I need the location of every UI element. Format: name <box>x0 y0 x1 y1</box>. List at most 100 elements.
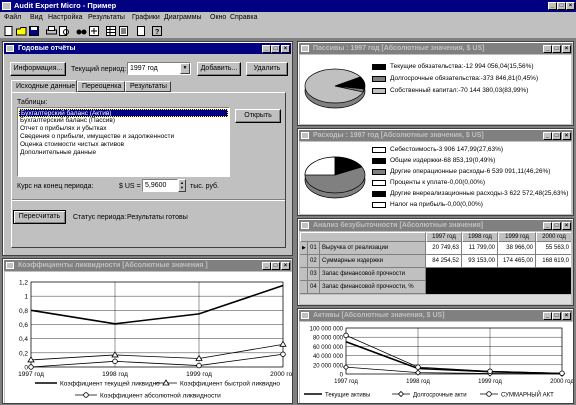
delete-button[interactable]: Удалить <box>246 62 288 76</box>
expenses-legend-item: Другие операционные расходы-6 539 091,11… <box>372 168 550 176</box>
grid-cell[interactable]: 11 799,00 <box>462 242 498 255</box>
row-indicator[interactable] <box>300 268 308 281</box>
menu-results[interactable]: Результаты <box>88 13 125 22</box>
tables-list-item[interactable]: Бухгалтерский баланс (Пассив) <box>20 117 115 125</box>
data-point <box>279 340 287 347</box>
menu-file[interactable]: Файл <box>4 13 21 22</box>
document-icon[interactable] <box>136 26 147 36</box>
grid-row-values-filled[interactable] <box>426 281 571 294</box>
expenses-minimize-button[interactable]: _ <box>543 132 552 140</box>
grid-row-name[interactable]: Запас финансовой прочности <box>320 268 426 281</box>
expenses-titlebar: Расходы : 1997 год [Абсолютные значения,… <box>299 130 572 141</box>
grid-row-values-filled[interactable] <box>426 268 571 281</box>
calc-icon[interactable] <box>89 26 100 36</box>
expenses-maximize-button[interactable]: □ <box>552 132 561 140</box>
open-button[interactable]: Открыть <box>235 109 281 123</box>
find-icon[interactable] <box>76 26 87 36</box>
liquidity-close-button[interactable]: × <box>281 262 290 270</box>
menu-view[interactable]: Вид <box>30 13 43 22</box>
reports-title: Годовые отчёты <box>18 45 76 52</box>
grid-cell[interactable]: 84 254,52 <box>426 255 462 268</box>
tables-list-item[interactable]: Отчет о прибылях и убытках <box>20 125 107 133</box>
y-tick-label: 60 000 000 <box>313 345 344 351</box>
menu-diagrams[interactable]: Диаграммы <box>164 13 202 22</box>
menu-settings[interactable]: Настройка <box>48 13 82 22</box>
expenses-legend-item: Другие внереализационные расходы-3 622 5… <box>372 190 568 198</box>
table-icon[interactable] <box>106 26 117 36</box>
rate-input[interactable]: 5,9600 <box>142 179 178 192</box>
breakeven-maximize-button[interactable]: □ <box>552 222 561 230</box>
passives-maximize-button[interactable]: □ <box>552 45 561 53</box>
tab-results[interactable]: Результаты <box>125 81 171 92</box>
preview-icon[interactable] <box>59 26 70 36</box>
new-file-icon[interactable] <box>4 26 14 36</box>
assets-close-button[interactable]: × <box>562 312 571 320</box>
liquidity-maximize-button[interactable]: □ <box>271 262 280 270</box>
legend-label: СУММАРНЫЙ АКТ <box>501 391 554 399</box>
y-tick-label: 0,8 <box>19 308 28 315</box>
assets-minimize-button[interactable]: _ <box>543 312 552 320</box>
tables-listbox[interactable]: Бухгалтерский баланс (Актив) Бухгалтерск… <box>17 107 230 177</box>
liquidity-titlebar: Коэффициенты ликвидности [Абсолютные зна… <box>4 260 291 271</box>
rate-spin-button[interactable]: ▲ ▼ <box>178 179 186 192</box>
expenses-close-button[interactable]: × <box>562 132 571 140</box>
tab-source-data[interactable]: Исходные данные <box>11 80 77 92</box>
period-select[interactable]: 1997 год ▼ <box>127 62 191 75</box>
grid-row-id: 02 <box>308 255 320 268</box>
grid-row-name[interactable]: Выручка от реализации <box>320 242 426 255</box>
menu-help[interactable]: Справка <box>230 13 257 22</box>
grid-row-name[interactable]: Суммарные издержки <box>320 255 426 268</box>
data-point <box>415 364 421 370</box>
print-icon[interactable] <box>46 26 57 36</box>
grid-cell[interactable]: 168 619,0 <box>536 255 571 268</box>
tab-panel: Таблицы: Бухгалтерский баланс (Актив) Бу… <box>11 92 286 248</box>
reports-maximize-button[interactable]: □ <box>271 45 280 53</box>
grid-row-name[interactable]: Запас финансовой прочности, % <box>320 281 426 294</box>
row-indicator[interactable] <box>300 255 308 268</box>
reports-close-button[interactable]: × <box>281 45 290 53</box>
save-icon[interactable] <box>29 26 39 36</box>
liquidity-minimize-button[interactable]: _ <box>262 262 271 270</box>
app-maximize-button[interactable]: □ <box>557 2 566 10</box>
x-tick-label: 1997 год <box>18 371 44 378</box>
expenses-chart-area: Себестоимость-3 906 147,99(27,63%) Общие… <box>300 142 571 214</box>
row-indicator[interactable]: ▶ <box>300 242 308 255</box>
breakeven-close-button[interactable]: × <box>562 222 571 230</box>
passives-close-button[interactable]: × <box>562 45 571 53</box>
menu-window[interactable]: Окно <box>210 13 226 22</box>
assets-maximize-button[interactable]: □ <box>552 312 561 320</box>
tables-list-item[interactable]: Оценка стоимости чистых активов <box>20 141 124 149</box>
row-indicator[interactable] <box>300 281 308 294</box>
passives-window: Пассивы : 1997 год [Абсолютные значения,… <box>297 41 574 126</box>
legend-swatch <box>372 180 386 186</box>
app-close-button[interactable]: × <box>566 2 575 10</box>
horizontal-scrollbar[interactable] <box>300 294 571 304</box>
reports-minimize-button[interactable]: _ <box>262 45 271 53</box>
info-button[interactable]: Информация... <box>10 62 66 76</box>
tab-revaluation[interactable]: Переоценка <box>77 81 125 92</box>
menu-charts[interactable]: Графики <box>132 13 160 22</box>
data-point <box>28 364 34 370</box>
help-icon[interactable]: ? <box>152 26 163 36</box>
x-tick-label: 2000 год <box>550 379 573 385</box>
legend-swatch <box>372 191 386 197</box>
breakeven-minimize-button[interactable]: _ <box>543 222 552 230</box>
x-tick-label: 1999 год <box>186 371 212 378</box>
chevron-down-icon[interactable]: ▼ <box>180 63 190 74</box>
grid-cell[interactable]: 93 153,00 <box>462 255 498 268</box>
report-icon[interactable] <box>119 26 130 36</box>
data-point <box>487 368 493 374</box>
tables-list-item[interactable]: Сведения о прибыли, имуществе и задолжен… <box>20 133 174 141</box>
tables-list-item[interactable]: Дополнительные данные <box>20 149 96 157</box>
data-point <box>112 358 118 365</box>
grid-cell[interactable]: 38 966,00 <box>498 242 536 255</box>
grid-cell[interactable]: 55 563,0 <box>536 242 571 255</box>
recalc-button[interactable]: Пересчитать <box>13 210 66 224</box>
add-button[interactable]: Добавить... <box>197 62 241 76</box>
passives-minimize-button[interactable]: _ <box>543 45 552 53</box>
open-folder-icon[interactable] <box>16 26 27 36</box>
grid-cell[interactable]: 20 749,63 <box>426 242 462 255</box>
tables-list-item-selected[interactable]: Бухгалтерский баланс (Актив) <box>19 109 228 117</box>
grid-cell[interactable]: 174 465,00 <box>498 255 536 268</box>
app-minimize-button[interactable]: _ <box>548 2 557 10</box>
